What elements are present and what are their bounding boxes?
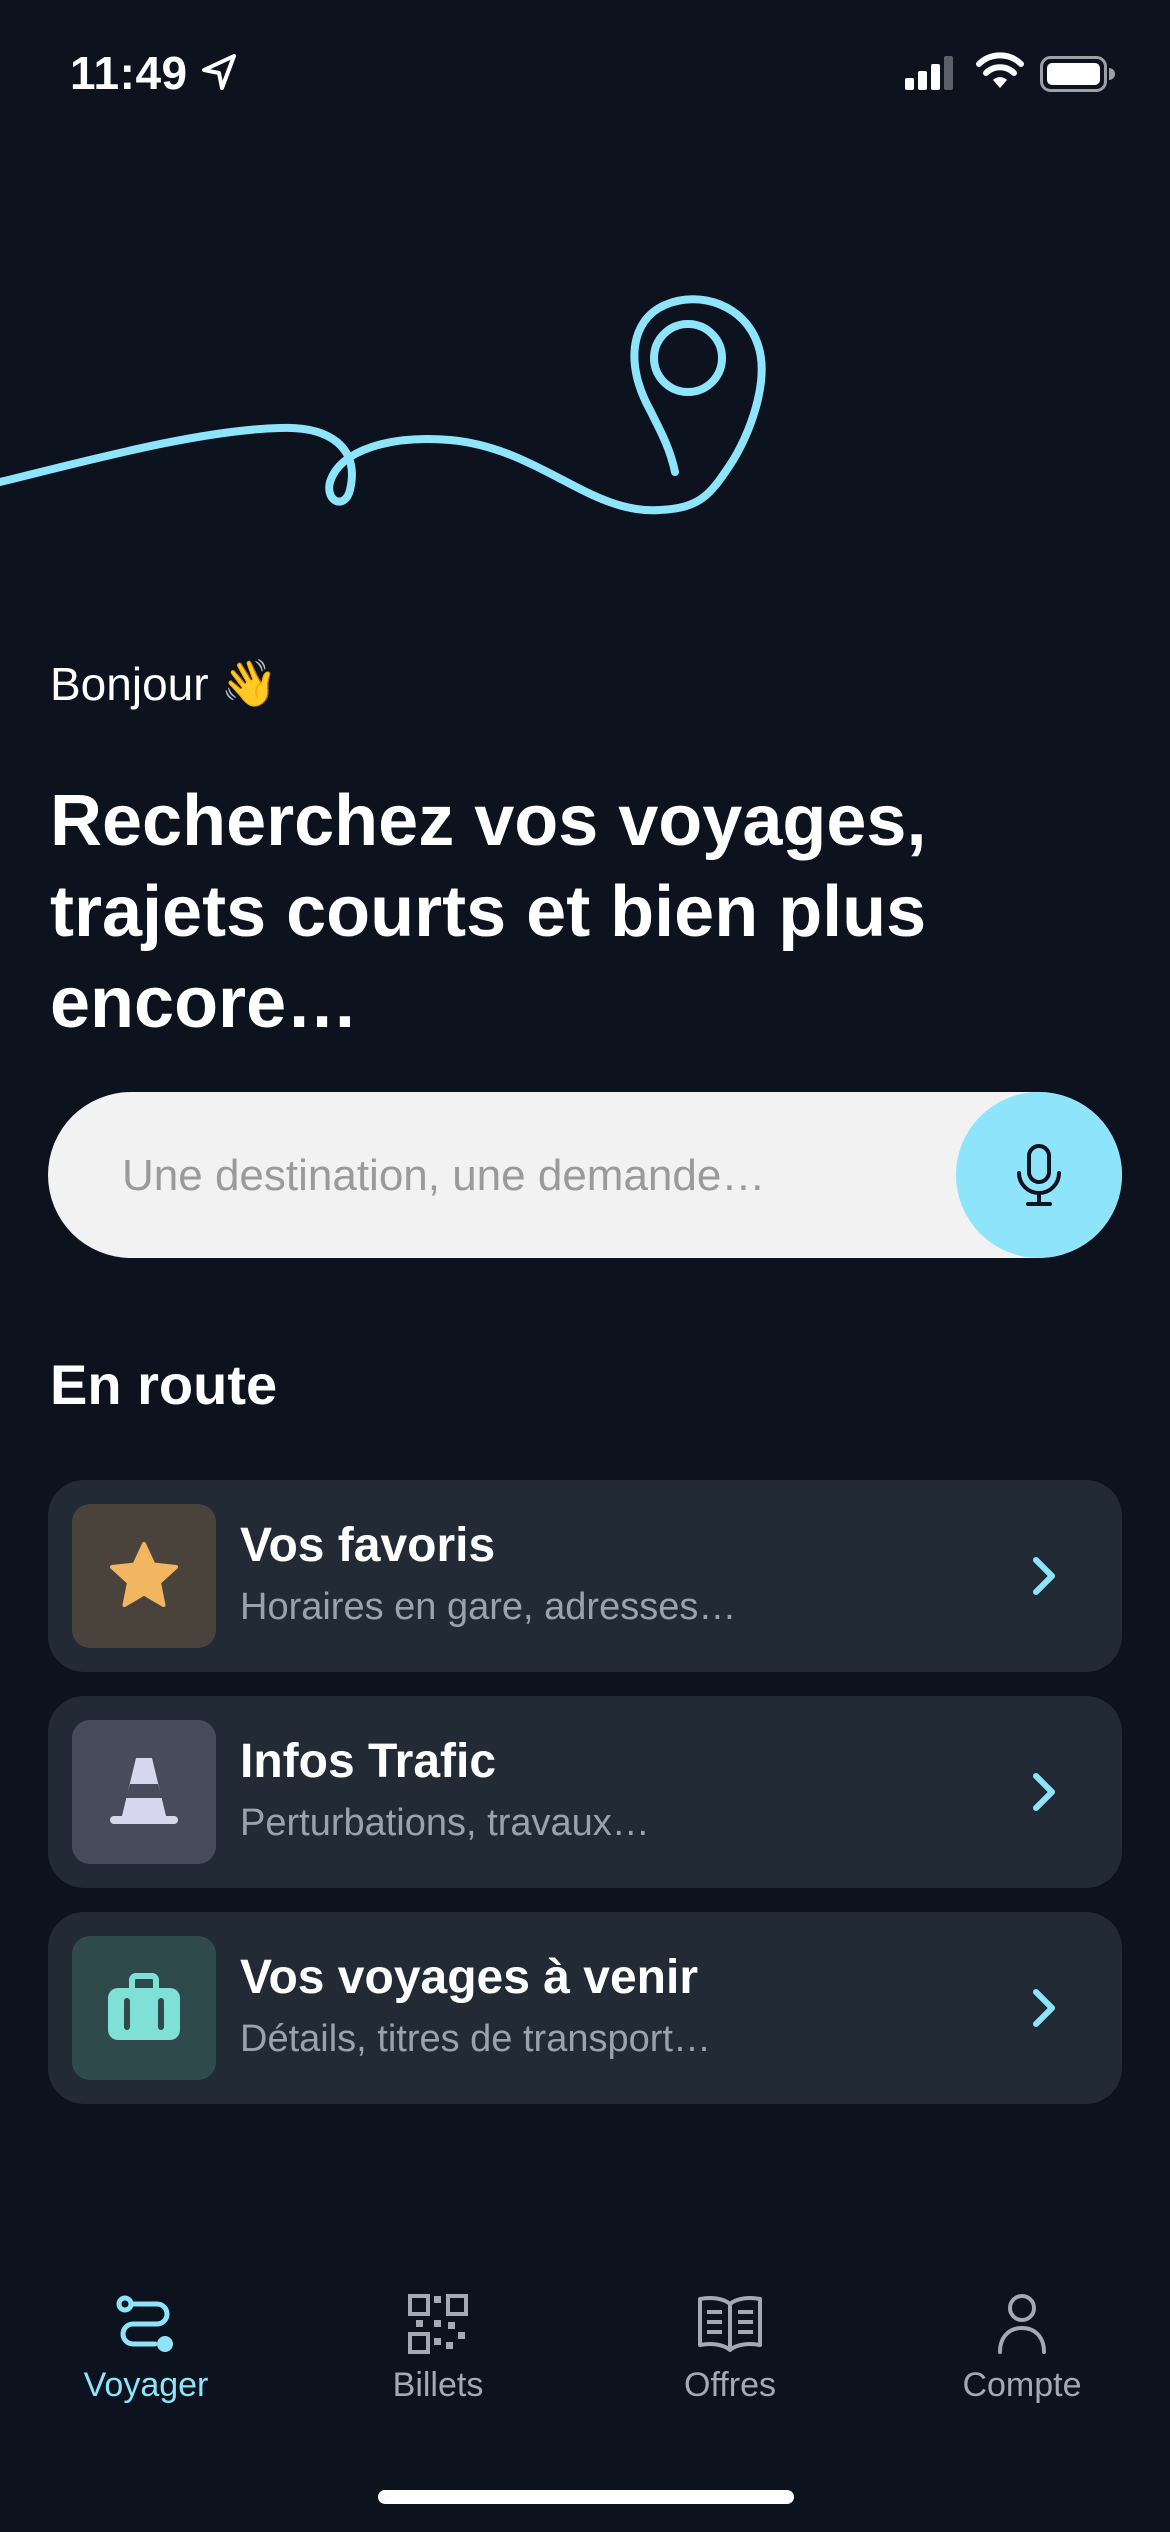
card-subtitle: Perturbations, travaux… xyxy=(240,1802,650,1844)
tab-voyager[interactable]: Voyager xyxy=(0,2270,292,2410)
cellular-signal-icon xyxy=(905,56,957,95)
person-icon xyxy=(998,2294,1046,2354)
card-traffic-info[interactable]: Infos Trafic Perturbations, travaux… xyxy=(48,1696,1122,1888)
microphone-icon xyxy=(1017,1144,1061,1206)
suitcase-icon xyxy=(108,1973,180,2040)
book-icon xyxy=(698,2296,762,2352)
section-title-en-route: En route xyxy=(50,1353,278,1416)
app-screen: 11:49 Bonjour 👋 Recherchez vos voyages, … xyxy=(0,0,1170,2532)
tab-billets[interactable]: Billets xyxy=(292,2270,584,2410)
chevron-right-icon xyxy=(1033,1557,1055,1595)
tab-label: Compte xyxy=(962,2366,1082,2404)
tab-label: Voyager xyxy=(83,2366,209,2404)
home-indicator[interactable] xyxy=(378,2490,794,2504)
greeting-text: Bonjour xyxy=(50,657,209,710)
traffic-cone-icon xyxy=(110,1758,178,1824)
bottom-tab-bar: Voyager Billets Offres Compte xyxy=(0,2270,1170,2420)
greeting: Bonjour 👋 xyxy=(50,656,278,711)
card-favorites[interactable]: Vos favoris Horaires en gare, adresses… xyxy=(48,1480,1122,1672)
battery-icon xyxy=(1040,56,1116,97)
card-title: Vos favoris xyxy=(240,1519,496,1572)
tab-compte[interactable]: Compte xyxy=(876,2270,1168,2410)
waving-hand-icon: 👋 xyxy=(220,657,278,709)
wifi-icon xyxy=(975,52,1025,95)
card-title: Infos Trafic xyxy=(240,1735,497,1788)
card-icon-box xyxy=(72,1936,216,2080)
qr-code-icon xyxy=(408,2294,468,2354)
tab-offres[interactable]: Offres xyxy=(584,2270,876,2410)
route-icon xyxy=(116,2295,173,2352)
voice-search-button[interactable] xyxy=(956,1092,1122,1258)
card-subtitle: Horaires en gare, adresses… xyxy=(240,1586,737,1628)
search-bar[interactable] xyxy=(48,1092,1122,1260)
chevron-right-icon xyxy=(1033,1773,1055,1811)
tab-label: Billets xyxy=(392,2366,484,2404)
search-input[interactable] xyxy=(120,1092,924,1260)
card-upcoming-trips[interactable]: Vos voyages à venir Détails, titres de t… xyxy=(48,1912,1122,2104)
page-headline: Recherchez vos voyages, trajets courts e… xyxy=(50,781,927,1043)
location-arrow-icon xyxy=(200,52,240,97)
card-icon-box xyxy=(72,1720,216,1864)
tab-label: Offres xyxy=(684,2366,776,2404)
route-illustration xyxy=(0,295,766,515)
status-time: 11:49 xyxy=(70,47,188,99)
chevron-right-icon xyxy=(1033,1989,1055,2027)
card-icon-box xyxy=(72,1504,216,1648)
star-icon xyxy=(110,1542,178,1607)
card-title: Vos voyages à venir xyxy=(240,1951,699,2004)
card-subtitle: Détails, titres de transport… xyxy=(240,2018,711,2060)
status-bar: 11:49 xyxy=(0,0,1170,150)
